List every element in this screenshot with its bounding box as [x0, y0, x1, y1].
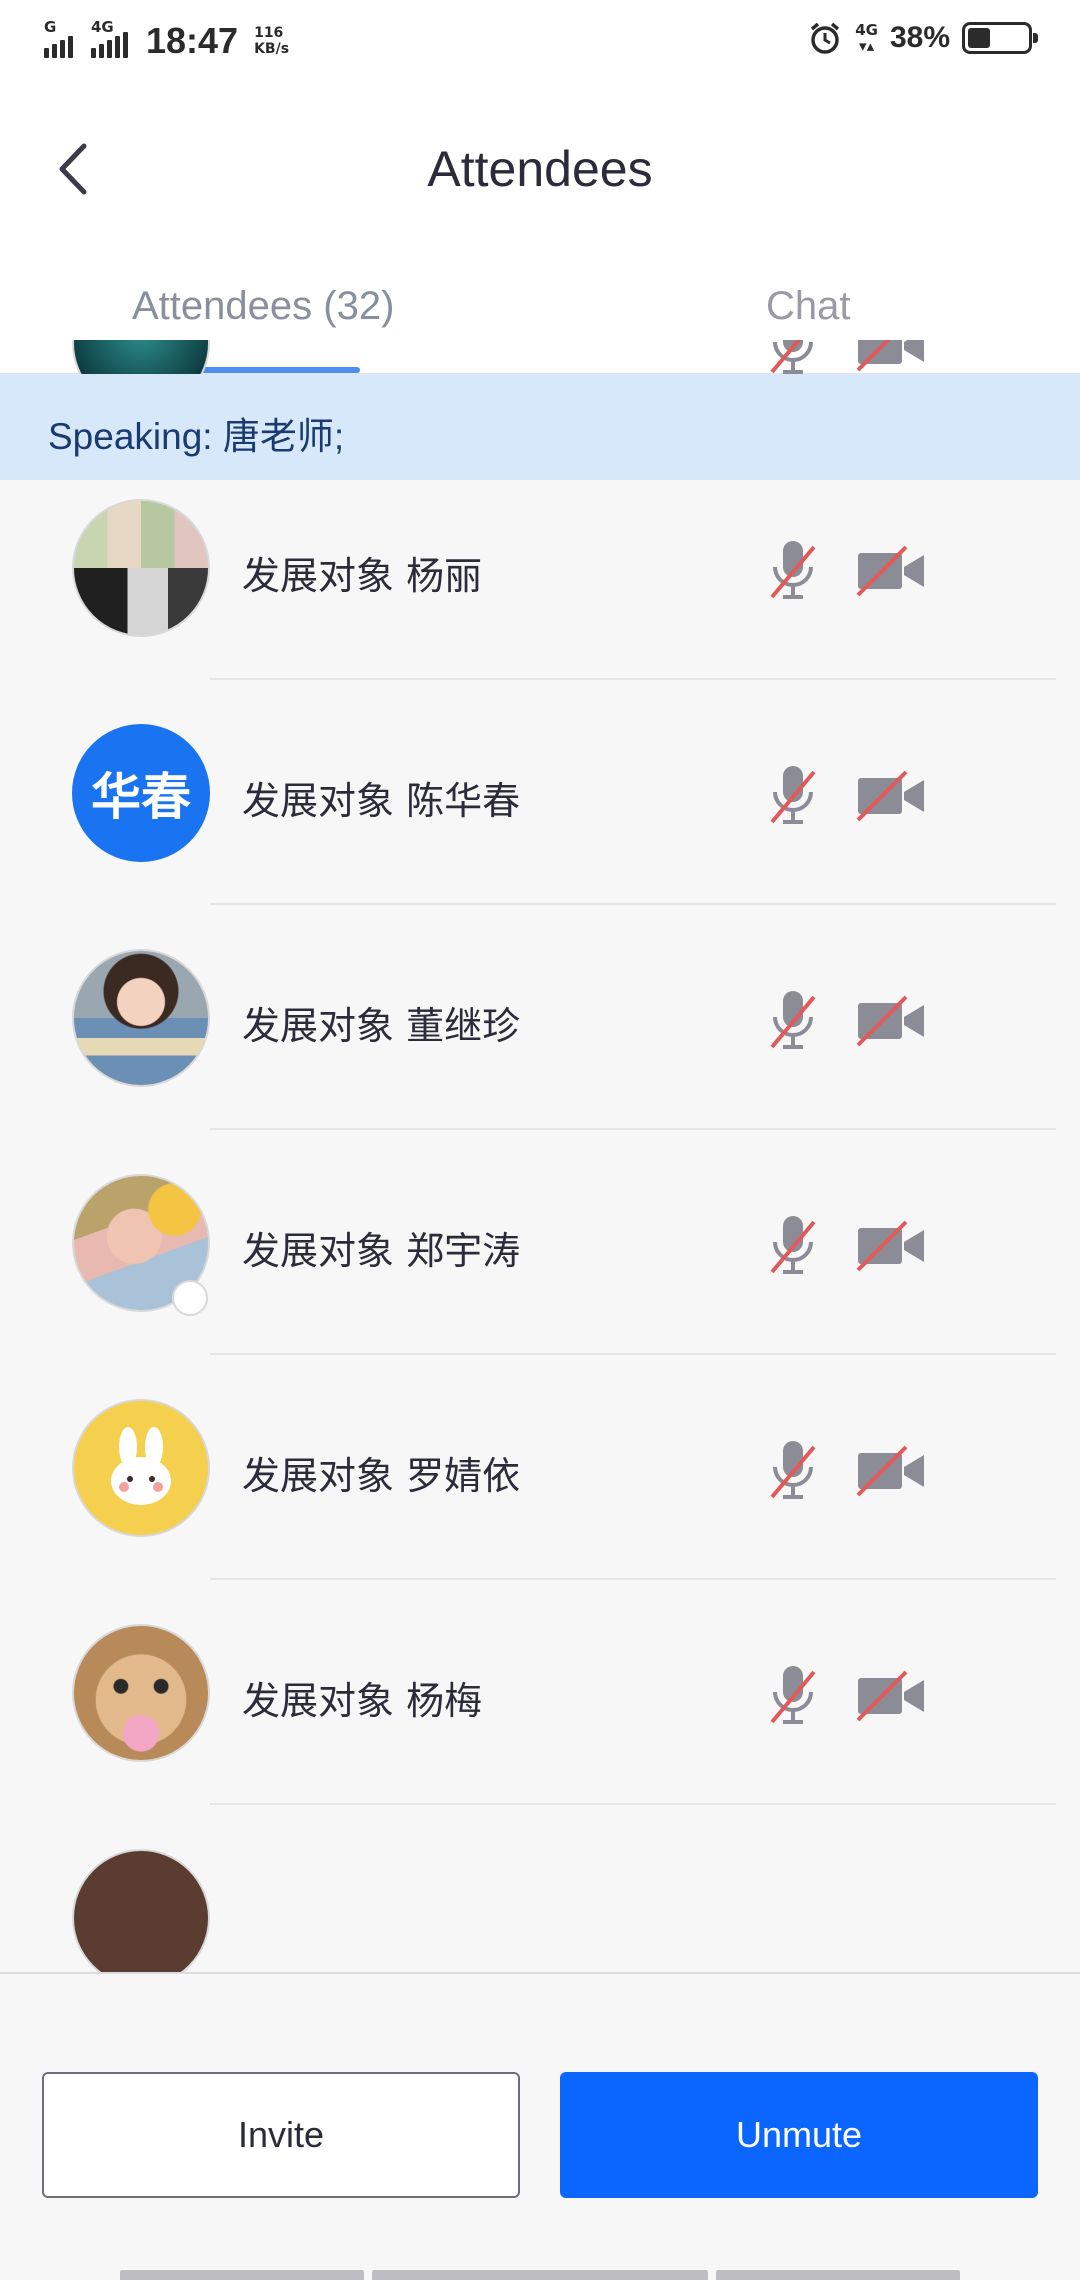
speaking-text: Speaking: 唐老师;	[48, 416, 345, 457]
attendee-name: 发展对象 郑宇涛	[242, 1229, 521, 1273]
avatar	[72, 1849, 210, 1972]
nav-bar-segment	[716, 2270, 960, 2280]
battery-icon	[962, 22, 1038, 54]
attendee-name: 发展对象 杨丽	[242, 554, 483, 598]
avatar: 华春	[72, 724, 210, 862]
avatar	[72, 949, 210, 1087]
tab-chat[interactable]: Chat	[766, 284, 851, 329]
list-item[interactable]: 华春 发展对象 陈华春	[0, 680, 1080, 905]
page-title: Attendees	[427, 141, 653, 197]
camera-off-icon[interactable]	[854, 1668, 928, 1724]
camera-off-icon[interactable]	[854, 1218, 928, 1274]
camera-off-icon[interactable]	[854, 768, 928, 824]
mic-muted-icon[interactable]	[766, 1437, 820, 1503]
network-speed: 116 KB/s	[254, 25, 290, 57]
clock: 18:47	[146, 20, 239, 61]
attendees-screen: G 4G 18:47 116 KB/s 4G ▾▴ 38% Attendees …	[0, 0, 1080, 2280]
attendee-name: 发展对象 董继珍	[242, 1004, 521, 1048]
bunny-icon	[111, 1427, 171, 1505]
mic-muted-icon[interactable]	[766, 340, 820, 378]
mic-muted-icon[interactable]	[766, 987, 820, 1053]
battery-percent: 38%	[889, 21, 950, 54]
network-indicator: 4G ▾▴	[855, 21, 878, 55]
network-quality-icon	[172, 1280, 208, 1316]
signal-icon: G	[44, 18, 73, 58]
mic-muted-icon[interactable]	[766, 762, 820, 828]
attendee-name: 发展对象 罗婧依	[242, 1454, 521, 1498]
mic-muted-icon[interactable]	[766, 1212, 820, 1278]
camera-off-icon[interactable]	[854, 1443, 928, 1499]
list-item[interactable]: 发展对象 董继珍	[0, 905, 1080, 1130]
mic-muted-icon[interactable]	[766, 537, 820, 603]
avatar	[72, 499, 210, 637]
avatar	[72, 1399, 210, 1537]
attendee-name: 发展对象 陈华春	[242, 779, 521, 823]
list-item[interactable]: 发展对象 郑宇涛	[0, 1130, 1080, 1355]
tab-attendees[interactable]: Attendees (32)	[132, 284, 394, 329]
signal-icon: 4G	[91, 18, 128, 58]
alarm-icon	[811, 22, 840, 54]
camera-off-icon[interactable]	[854, 543, 928, 599]
header: Attendees	[0, 84, 1080, 254]
camera-off-icon[interactable]	[854, 993, 928, 1049]
list-item[interactable]	[0, 1805, 1080, 1972]
bottom-action-bar: Invite Unmute	[0, 1972, 1080, 2280]
list-item[interactable]: 发展对象 罗婧依	[0, 1355, 1080, 1580]
status-bar: G 4G 18:47 116 KB/s 4G ▾▴ 38%	[0, 0, 1080, 84]
invite-button[interactable]: Invite	[42, 2072, 520, 2198]
mic-muted-icon[interactable]	[766, 1662, 820, 1728]
nav-bar-segment	[372, 2270, 708, 2280]
unmute-button[interactable]: Unmute	[560, 2072, 1038, 2198]
nav-bar-segment	[120, 2270, 364, 2280]
camera-off-icon[interactable]	[854, 340, 928, 374]
attendee-name: 发展对象 杨梅	[242, 1679, 483, 1723]
speaking-banner: Speaking: 唐老师;	[0, 374, 1080, 480]
list-item[interactable]: 发展对象 杨丽	[0, 455, 1080, 680]
avatar	[72, 1624, 210, 1762]
attendee-list[interactable]: 发展对象 杨丽 华春 发展对象 陈华春 发展对象 董继珍 发展对象 郑宇涛 发展…	[0, 340, 1080, 1972]
list-item[interactable]: 发展对象 杨梅	[0, 1580, 1080, 1805]
